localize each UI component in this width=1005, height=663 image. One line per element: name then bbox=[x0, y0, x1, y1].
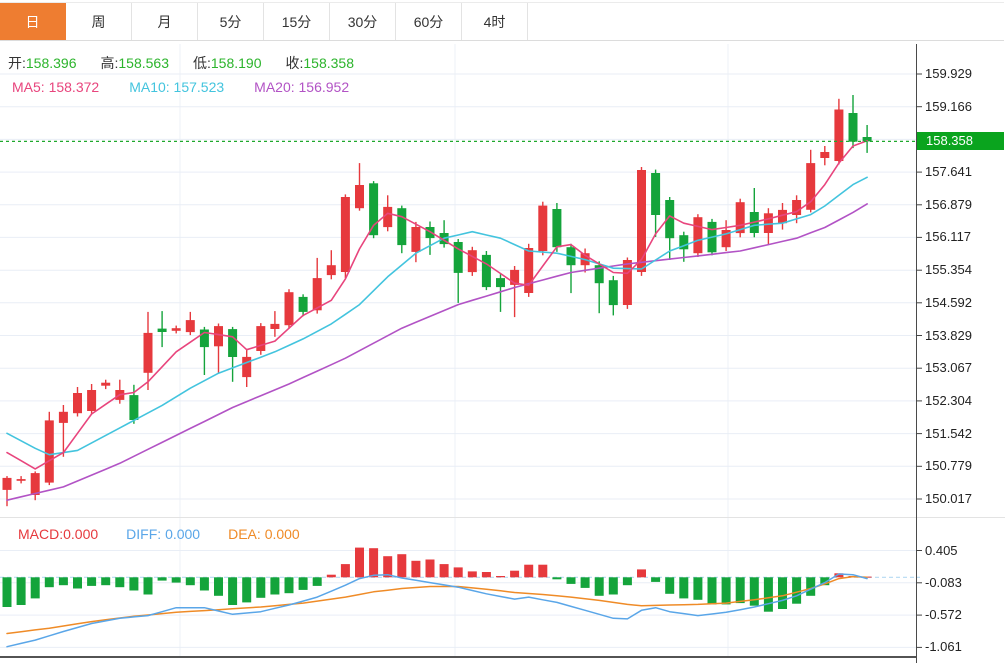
y-axis-label: -0.572 bbox=[925, 607, 1003, 622]
y-axis-label: 153.067 bbox=[925, 360, 1003, 375]
ma20-readout: MA20: 156.952 bbox=[254, 79, 349, 95]
y-axis-label: 0.405 bbox=[925, 543, 1003, 558]
tab-月[interactable]: 月 bbox=[132, 3, 198, 40]
candlestick-chart[interactable] bbox=[0, 0, 1005, 663]
close-value: 158.358 bbox=[303, 55, 354, 71]
y-axis-label: 155.354 bbox=[925, 262, 1003, 277]
ma5-readout: MA5: 158.372 bbox=[12, 79, 99, 95]
ma10-readout: MA10: 157.523 bbox=[129, 79, 224, 95]
y-axis-label: 151.542 bbox=[925, 426, 1003, 441]
y-axis-label: -0.083 bbox=[925, 575, 1003, 590]
y-axis-label: 153.829 bbox=[925, 328, 1003, 343]
dea-readout: DEA: 0.000 bbox=[228, 526, 300, 542]
current-price-tag: 158.358 bbox=[917, 132, 1004, 150]
tab-4时[interactable]: 4时 bbox=[462, 3, 528, 40]
y-axis-label: 157.641 bbox=[925, 164, 1003, 179]
close-label: 收: bbox=[286, 55, 304, 71]
y-axis-label: 159.166 bbox=[925, 99, 1003, 114]
y-axis-label: 150.779 bbox=[925, 458, 1003, 473]
y-axis-label: 152.304 bbox=[925, 393, 1003, 408]
open-label: 开: bbox=[8, 55, 26, 71]
ohlc-summary: 开:158.396 高:158.563 低:158.190 收:158.358 bbox=[8, 53, 378, 73]
open-value: 158.396 bbox=[26, 55, 77, 71]
low-value: 158.190 bbox=[211, 55, 262, 71]
y-axis-label: 156.879 bbox=[925, 197, 1003, 212]
y-axis-label: 150.017 bbox=[925, 491, 1003, 506]
tab-60分[interactable]: 60分 bbox=[396, 3, 462, 40]
period-tabbar: 日周月5分15分30分60分4时 bbox=[0, 2, 1004, 41]
macd-legend: MACD:0.000 DIFF: 0.000 DEA: 0.000 bbox=[18, 526, 328, 542]
ma-legend: MA5: 158.372 MA10: 157.523 MA20: 156.952 bbox=[12, 79, 379, 95]
diff-readout: DIFF: 0.000 bbox=[126, 526, 200, 542]
tab-周[interactable]: 周 bbox=[66, 3, 132, 40]
high-value: 158.563 bbox=[118, 55, 169, 71]
tab-5分[interactable]: 5分 bbox=[198, 3, 264, 40]
tab-15分[interactable]: 15分 bbox=[264, 3, 330, 40]
high-label: 高: bbox=[101, 55, 119, 71]
macd-readout: MACD:0.000 bbox=[18, 526, 98, 542]
y-axis-label: 159.929 bbox=[925, 66, 1003, 81]
y-axis-label: 156.117 bbox=[925, 229, 1003, 244]
trading-chart-app: 日周月5分15分30分60分4时 开:158.396高:158.563低:158… bbox=[0, 0, 1005, 663]
tab-日[interactable]: 日 bbox=[0, 3, 66, 40]
y-axis-label: 154.592 bbox=[925, 295, 1003, 310]
low-label: 低: bbox=[193, 55, 211, 71]
tab-30分[interactable]: 30分 bbox=[330, 3, 396, 40]
y-axis-label: -1.061 bbox=[925, 639, 1003, 654]
